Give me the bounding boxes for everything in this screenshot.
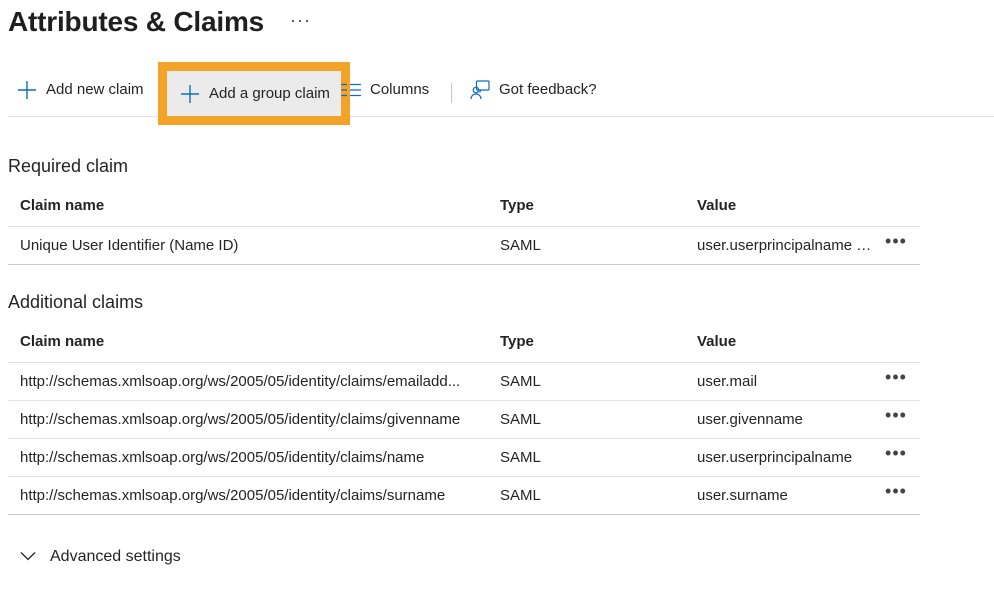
table-header-row: Claim name Type Value [8, 186, 920, 227]
claim-type-cell: SAML [488, 226, 685, 265]
got-feedback-label: Got feedback? [499, 81, 597, 98]
claim-type-cell: SAML [488, 476, 685, 515]
claim-value-cell: user.surname [685, 476, 872, 515]
table-row[interactable]: http://schemas.xmlsoap.org/ws/2005/05/id… [8, 400, 920, 439]
claim-value-cell: user.mail [685, 362, 872, 401]
page-title: Attributes & Claims [8, 6, 265, 37]
column-header-claim-name[interactable]: Claim name [8, 186, 488, 227]
row-more-icon[interactable]: ••• [885, 231, 907, 251]
advanced-settings-label: Advanced settings [50, 548, 181, 565]
claim-name-cell: http://schemas.xmlsoap.org/ws/2005/05/id… [8, 400, 488, 439]
columns-label: Columns [370, 81, 430, 98]
add-new-claim-label: Add new claim [46, 81, 144, 98]
table-row[interactable]: http://schemas.xmlsoap.org/ws/2005/05/id… [8, 362, 920, 401]
row-more-icon[interactable]: ••• [885, 443, 907, 463]
claim-name-cell: Unique User Identifier (Name ID) [8, 226, 488, 265]
plus-icon [180, 84, 200, 104]
column-header-claim-name[interactable]: Claim name [8, 322, 488, 363]
column-header-type[interactable]: Type [488, 186, 685, 227]
claim-value-cell: user.givenname [685, 400, 872, 439]
column-header-type[interactable]: Type [488, 322, 685, 363]
claim-type-cell: SAML [488, 400, 685, 439]
add-group-claim-label: Add a group claim [209, 85, 330, 102]
additional-claims-heading: Additional claims [8, 292, 144, 312]
row-more-icon[interactable]: ••• [885, 405, 907, 425]
columns-button[interactable]: Columns [341, 62, 429, 117]
column-header-value[interactable]: Value [685, 186, 872, 227]
columns-icon [341, 83, 361, 97]
command-toolbar: Add new claim Add a group claim Columns [8, 62, 994, 125]
claim-name-cell: http://schemas.xmlsoap.org/ws/2005/05/id… [8, 438, 488, 477]
claim-value-cell: user.userprincipalname [685, 438, 872, 477]
additional-claims-table: Claim name Type Value http://schemas.xml… [8, 322, 920, 515]
add-group-claim-button[interactable]: Add a group claim [158, 62, 350, 125]
claim-value-cell: user.userprincipalname [... [685, 226, 872, 265]
claim-type-cell: SAML [488, 362, 685, 401]
feedback-icon [470, 79, 490, 100]
got-feedback-button[interactable]: Got feedback? [470, 62, 597, 117]
table-row[interactable]: http://schemas.xmlsoap.org/ws/2005/05/id… [8, 438, 920, 477]
claim-name-cell: http://schemas.xmlsoap.org/ws/2005/05/id… [8, 476, 488, 515]
table-row[interactable]: Unique User Identifier (Name ID) SAML us… [8, 226, 920, 265]
table-header-row: Claim name Type Value [8, 322, 920, 363]
claim-type-cell: SAML [488, 438, 685, 477]
row-more-icon[interactable]: ••• [885, 481, 907, 501]
add-new-claim-button[interactable]: Add new claim [17, 62, 144, 117]
toolbar-divider [451, 83, 452, 103]
required-claim-table: Claim name Type Value Unique User Identi… [8, 186, 920, 265]
claim-name-cell: http://schemas.xmlsoap.org/ws/2005/05/id… [8, 362, 488, 401]
advanced-settings-toggle[interactable]: Advanced settings [20, 548, 181, 566]
row-more-icon[interactable]: ••• [885, 367, 907, 387]
column-header-value[interactable]: Value [685, 322, 872, 363]
plus-icon [17, 80, 37, 100]
table-row[interactable]: http://schemas.xmlsoap.org/ws/2005/05/id… [8, 476, 920, 515]
title-more-icon[interactable]: ··· [290, 10, 311, 31]
required-claim-heading: Required claim [8, 156, 129, 176]
chevron-down-icon [20, 548, 36, 566]
